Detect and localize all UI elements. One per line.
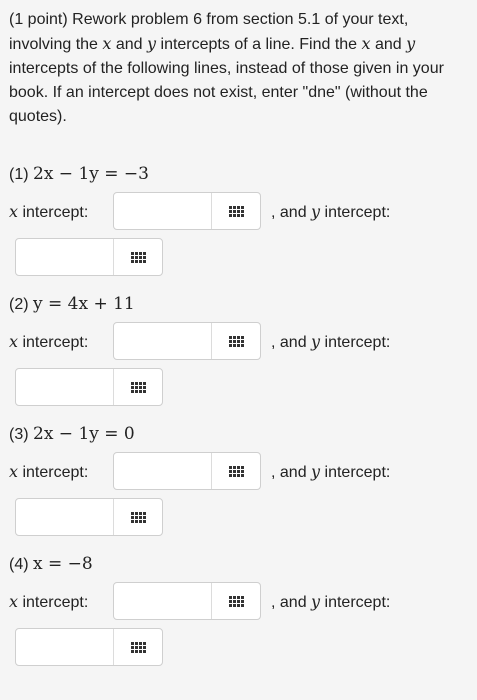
intro-text: and <box>111 36 148 53</box>
problem-2: (2) y = 4x + 11 x intercept: , and y int… <box>9 292 471 408</box>
problem-2-heading: (2) y = 4x + 11 <box>9 292 471 316</box>
problem-equation: 2x − 1y = 0 <box>33 424 135 444</box>
x-intercept-answer-box <box>113 582 261 620</box>
problem-3: (3) 2x − 1y = 0 x intercept: , and y int… <box>9 422 471 538</box>
problem-1: (1) 2x − 1y = −3 x intercept: , and y in… <box>9 162 471 278</box>
y-intercept-row <box>9 498 471 538</box>
x-intercept-row: x intercept: , and y intercept: <box>9 322 471 362</box>
y-intercept-input[interactable] <box>16 499 112 535</box>
grid-icon <box>228 335 244 347</box>
problem-4: (4) x = −8 x intercept: , and y intercep… <box>9 552 471 668</box>
problem-3-heading: (3) 2x − 1y = 0 <box>9 422 471 446</box>
equation-editor-button[interactable] <box>113 629 162 665</box>
intro-y-var: y <box>147 34 157 53</box>
problem-equation: 2x − 1y = −3 <box>33 164 149 184</box>
x-intercept-input[interactable] <box>114 193 210 229</box>
y-intercept-input[interactable] <box>16 629 112 665</box>
grid-icon <box>130 511 146 523</box>
x-intercept-row: x intercept: , and y intercept: <box>9 452 471 492</box>
equation-editor-button[interactable] <box>113 239 162 275</box>
grid-icon <box>130 641 146 653</box>
problem-4-heading: (4) x = −8 <box>9 552 471 576</box>
grid-icon <box>130 251 146 263</box>
problem-equation: x = −8 <box>33 554 93 574</box>
problem-number: (1) <box>9 166 33 183</box>
x-intercept-input[interactable] <box>114 583 210 619</box>
x-intercept-label: x intercept: <box>9 202 89 221</box>
equation-editor-button[interactable] <box>113 499 162 535</box>
x-intercept-input[interactable] <box>114 453 210 489</box>
problem-number: (4) <box>9 556 33 573</box>
x-intercept-row: x intercept: , and y intercept: <box>9 192 471 232</box>
x-intercept-label: x intercept: <box>9 462 89 481</box>
equation-editor-button[interactable] <box>113 369 162 405</box>
problem-1-heading: (1) 2x − 1y = −3 <box>9 162 471 186</box>
problem-intro: (1 point) Rework problem 6 from section … <box>9 8 471 129</box>
x-intercept-row: x intercept: , and y intercept: <box>9 582 471 622</box>
y-intercept-row <box>9 628 471 668</box>
grid-icon <box>228 595 244 607</box>
intro-x-var: x <box>361 34 371 53</box>
y-intercept-row <box>9 238 471 278</box>
intro-text: and <box>370 36 407 53</box>
problem-equation: y = 4x + 11 <box>33 294 135 314</box>
y-intercept-label: , and y intercept: <box>271 592 391 611</box>
y-intercept-input[interactable] <box>16 239 112 275</box>
grid-icon <box>130 381 146 393</box>
y-intercept-label: , and y intercept: <box>271 202 391 221</box>
x-intercept-input[interactable] <box>114 323 210 359</box>
y-intercept-input[interactable] <box>16 369 112 405</box>
y-intercept-row <box>9 368 471 408</box>
intro-y-var: y <box>406 34 416 53</box>
equation-editor-button[interactable] <box>211 583 260 619</box>
x-intercept-answer-box <box>113 322 261 360</box>
equation-editor-button[interactable] <box>211 193 260 229</box>
x-intercept-answer-box <box>113 192 261 230</box>
y-intercept-answer-box <box>15 238 163 276</box>
intro-text: intercepts of a line. Find the <box>156 36 362 53</box>
problem-number: (3) <box>9 426 33 443</box>
x-intercept-label: x intercept: <box>9 332 89 351</box>
y-intercept-label: , and y intercept: <box>271 332 391 351</box>
equation-editor-button[interactable] <box>211 323 260 359</box>
y-intercept-answer-box <box>15 368 163 406</box>
y-intercept-answer-box <box>15 498 163 536</box>
x-intercept-label: x intercept: <box>9 592 89 611</box>
x-intercept-answer-box <box>113 452 261 490</box>
equation-editor-button[interactable] <box>211 453 260 489</box>
problem-number: (2) <box>9 296 33 313</box>
grid-icon <box>228 205 244 217</box>
y-intercept-label: , and y intercept: <box>271 462 391 481</box>
problem-content: (1 point) Rework problem 6 from section … <box>9 8 471 129</box>
intro-text: intercepts of the following lines, inste… <box>9 60 444 125</box>
y-intercept-answer-box <box>15 628 163 666</box>
grid-icon <box>228 465 244 477</box>
